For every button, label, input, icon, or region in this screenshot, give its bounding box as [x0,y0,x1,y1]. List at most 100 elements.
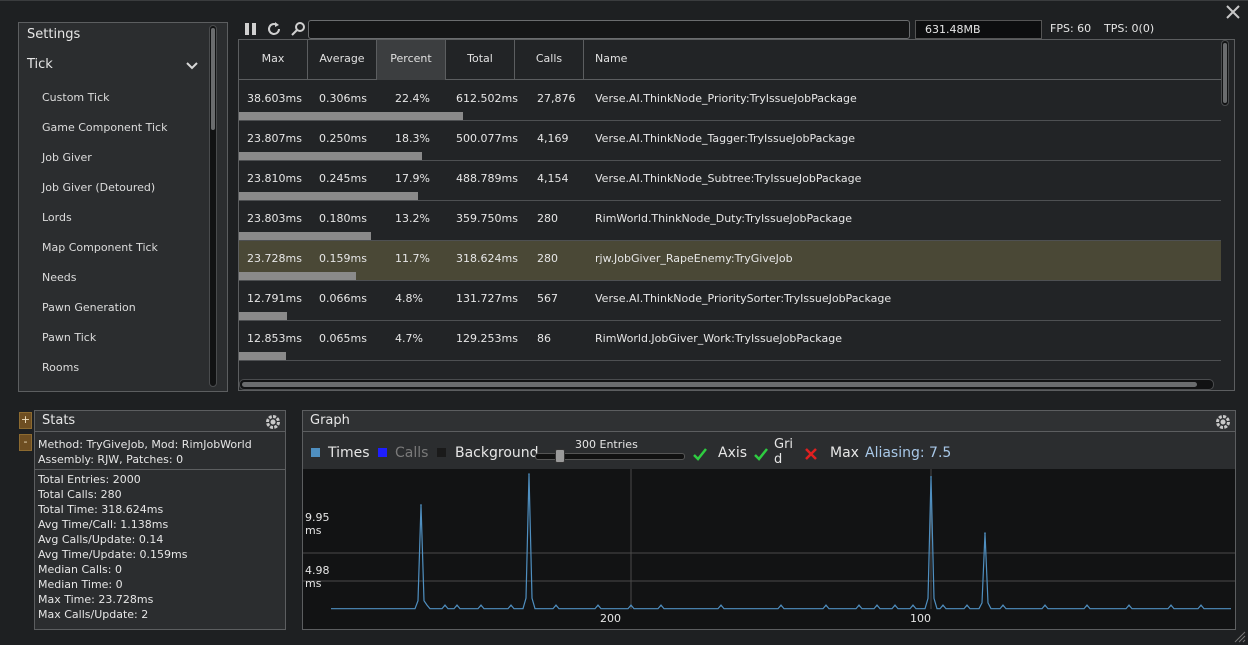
row-total: 500.077ms [456,132,518,145]
table-hscroll[interactable] [239,379,1214,390]
column-max[interactable]: Max [239,40,308,80]
stats-line: Avg Time/Update: 0.159ms [38,548,188,561]
category-tick[interactable]: Tick [27,57,207,72]
row-calls: 280 [537,212,558,225]
search-icon[interactable] [290,21,306,37]
legend-times[interactable]: Times [328,445,370,461]
entries-label: 300 Entries [575,438,638,451]
table-row[interactable]: 12.791ms 0.066ms 4.8% 131.727ms 567 Verse.AI.… [239,281,1221,321]
table-vscroll-thumb[interactable] [1223,43,1227,103]
column-total[interactable]: Total [446,40,515,80]
row-max: 12.853ms [247,332,302,345]
settings-item[interactable]: Job Giver (Detoured) [42,179,167,209]
percent-bar [239,352,286,360]
max-cross-icon[interactable] [804,447,818,461]
settings-item[interactable]: Rooms [42,359,167,389]
table-row[interactable]: 23.728ms 0.159ms 11.7% 318.624ms 280 rjw.JobG… [239,241,1221,281]
stats-panel: Stats Method: TryGiveJob, Mod: RimJobWor… [34,410,286,630]
settings-item[interactable]: Pawn Generation [42,299,167,329]
settings-item-list: Custom Tick Game Component Tick Job Giver J… [42,89,167,389]
y-tick-2-value: 4.98 [305,564,330,577]
percent-bar [239,112,463,120]
table-header: Max Average Percent Total Calls Name [239,40,1221,80]
row-max: 23.803ms [247,212,302,225]
row-average: 0.306ms [319,92,367,105]
settings-scrollbar[interactable] [209,25,217,387]
row-average: 0.066ms [319,292,367,305]
table-row[interactable]: 38.603ms 0.306ms 22.4% 612.502ms 27,876 Verse… [239,81,1221,121]
legend-grid[interactable]: Gri d [774,437,793,467]
row-percent: 11.7% [395,252,430,265]
settings-item[interactable]: Custom Tick [42,89,167,119]
settings-item[interactable]: Map Component Tick [42,239,167,269]
search-input[interactable] [308,20,910,39]
column-name[interactable]: Name [584,40,1214,80]
expand-button[interactable]: + [19,412,32,429]
background-swatch [437,448,446,457]
percent-bar [239,272,356,280]
stats-line: Median Time: 0 [38,578,123,591]
table-hscroll-thumb[interactable] [242,382,1197,387]
column-average[interactable]: Average [308,40,377,80]
row-average: 0.180ms [319,212,367,225]
aliasing-readout: Aliasing: 7.5 [865,445,952,461]
legend-background[interactable]: Background [455,445,539,461]
legend-grid-line2: d [774,452,783,467]
table-row[interactable]: 23.803ms 0.180ms 13.2% 359.750ms 280 RimWorld… [239,201,1221,241]
close-icon[interactable] [1224,3,1242,21]
refresh-icon[interactable] [266,21,282,37]
pause-icon[interactable] [243,21,259,37]
percent-bar [239,232,371,240]
profiler-window: Settings Tick Custom Tick Game Component … [0,0,1248,645]
row-calls: 4,169 [537,132,569,145]
row-name: Verse.AI.ThinkNode_Priority:TryIssueJobP… [595,92,857,105]
stats-assembly: Assembly: RJW, Patches: 0 [38,453,184,466]
row-percent: 4.8% [395,292,423,305]
x-tick-200: 200 [600,612,621,625]
collapse-button[interactable]: - [19,434,32,451]
row-calls: 27,876 [537,92,576,105]
stats-meta: Method: TryGiveJob, Mod: RimJobWorld Ass… [38,437,252,467]
settings-scrollbar-thumb[interactable] [211,28,215,130]
settings-item[interactable]: Pawn Tick [42,329,167,359]
row-name: RimWorld.JobGiver_Work:TryIssueJobPackag… [595,332,842,345]
settings-item[interactable]: Needs [42,269,167,299]
row-max: 38.603ms [247,92,302,105]
column-percent[interactable]: Percent [377,40,446,80]
legend-calls[interactable]: Calls [395,445,428,461]
settings-item[interactable]: Game Component Tick [42,119,167,149]
table-vscroll[interactable] [1221,40,1229,106]
table-row[interactable]: 23.810ms 0.245ms 17.9% 488.789ms 4,154 Verse.… [239,161,1221,201]
row-total: 612.502ms [456,92,518,105]
y-tick-2: 4.98 ms [305,564,330,590]
legend-grid-line1: Gri [774,437,794,452]
stats-line: Avg Calls/Update: 0.14 [38,533,164,546]
spike-point [420,504,422,506]
column-calls[interactable]: Calls [515,40,584,80]
graph-svg [303,469,1235,610]
resize-grip-icon[interactable] [1234,631,1246,643]
row-max: 23.810ms [247,172,302,185]
graph-title: Graph [303,411,1235,432]
chevron-down-icon[interactable] [185,58,199,72]
stats-method: Method: TryGiveJob, Mod: RimJobWorld [38,438,252,451]
grid-check-icon[interactable] [753,446,769,462]
percent-bar [239,152,422,160]
settings-item[interactable]: Job Giver [42,149,167,179]
gear-icon[interactable] [264,413,282,431]
y-tick-1: 9.95 ms [305,511,330,537]
percent-bar [239,192,418,200]
row-name: RimWorld.ThinkNode_Duty:TryIssueJobPacka… [595,212,853,225]
entries-slider-knob[interactable] [555,449,565,463]
memory-readout: 631.48MB +8.11MB/s [915,20,1042,53]
axis-check-icon[interactable] [692,446,708,462]
percent-bar [239,312,287,320]
stats-divider [35,469,285,470]
table-row[interactable]: 23.807ms 0.250ms 18.3% 500.077ms 4,169 Verse.… [239,121,1221,161]
settings-item[interactable]: Lords [42,209,167,239]
legend-axis[interactable]: Axis [718,445,747,461]
legend-max[interactable]: Max [830,445,859,461]
gear-icon[interactable] [1214,413,1232,431]
row-calls: 4,154 [537,172,569,185]
table-row[interactable]: 12.853ms 0.065ms 4.7% 129.253ms 86 RimWorld.J… [239,321,1221,361]
